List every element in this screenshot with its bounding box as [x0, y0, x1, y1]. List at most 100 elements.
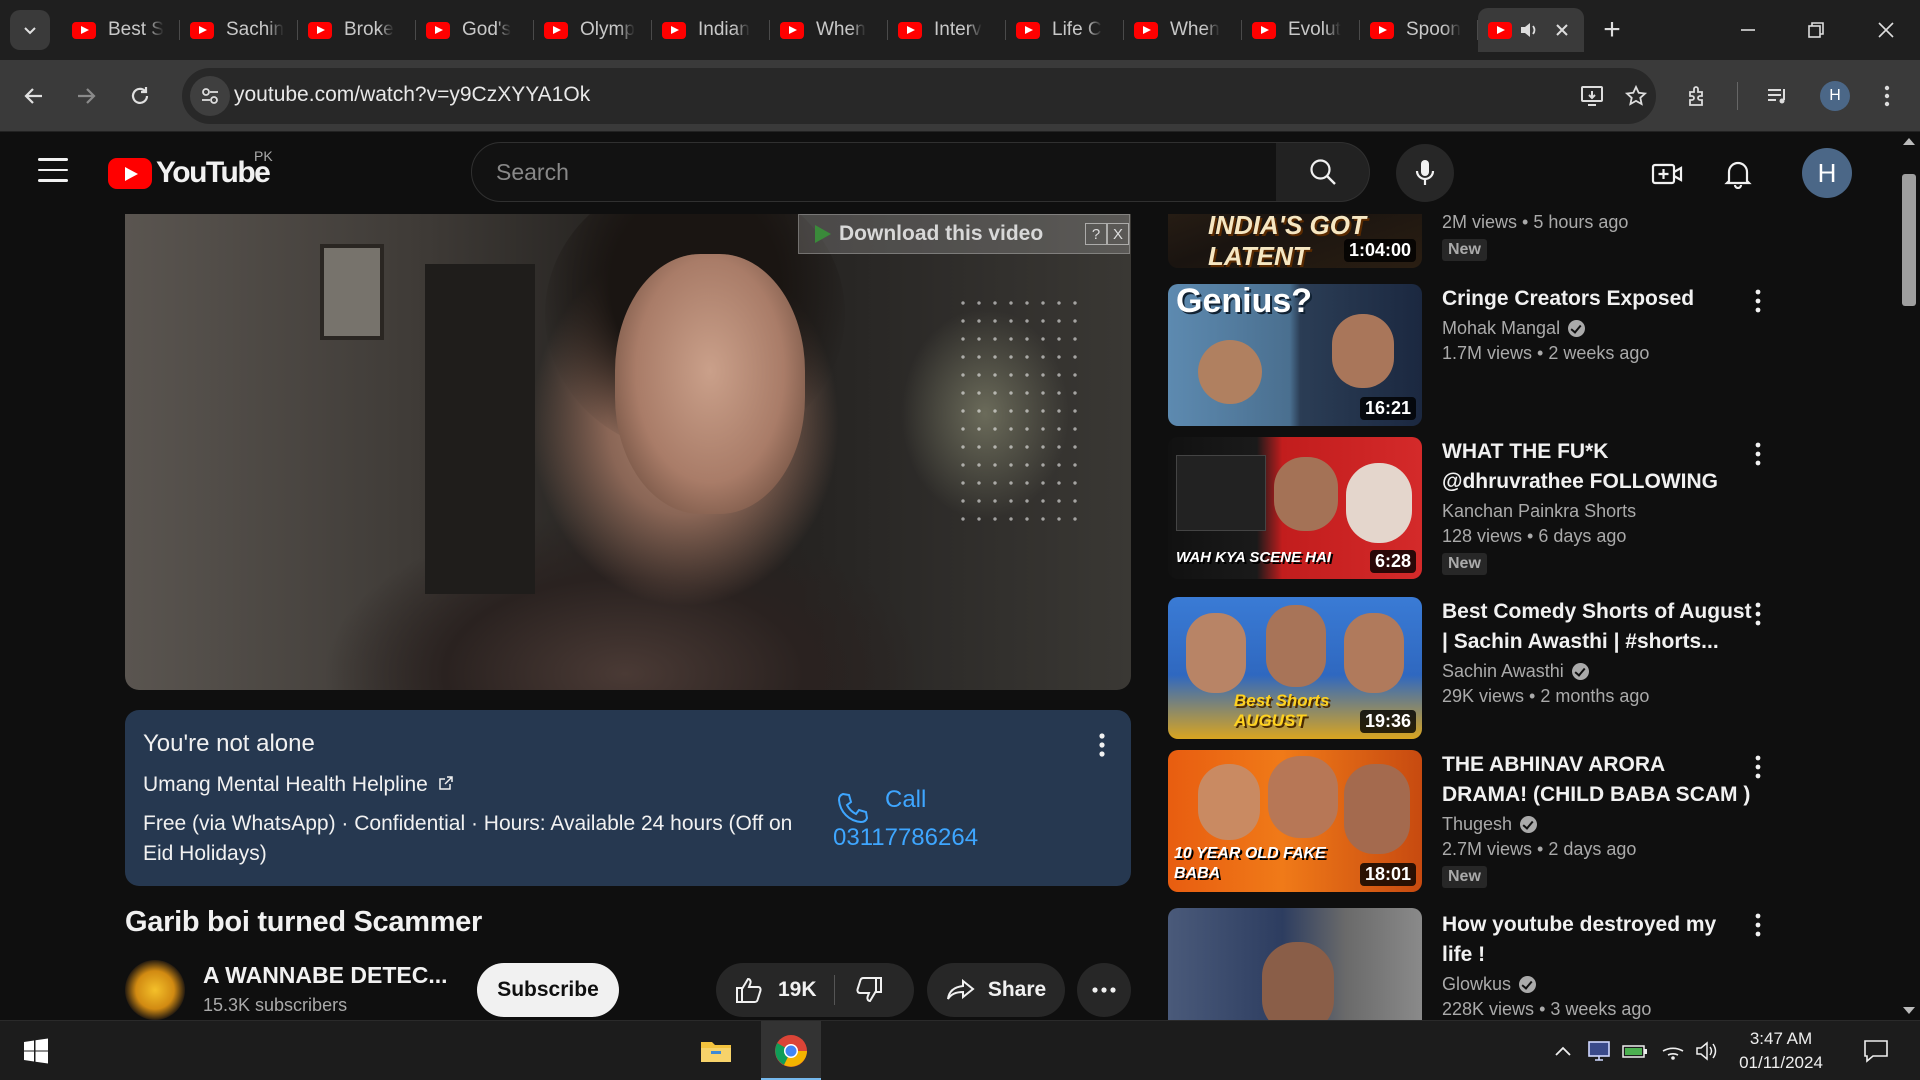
video-title[interactable]: How youtube destroyed my life !	[1442, 910, 1752, 970]
scroll-down-arrow-icon[interactable]	[1903, 1007, 1915, 1014]
browser-tab[interactable]: Sachin	[180, 8, 298, 52]
recommendation-item[interactable]: 10 YEAR OLD FAKE BABA 18:01 THE ABHINAV …	[1168, 750, 1768, 892]
video-title[interactable]: THE ABHINAV ARORA DRAMA! (CHILD BABA SCA…	[1442, 750, 1752, 810]
close-window-button[interactable]	[1852, 0, 1920, 60]
video-menu-button[interactable]	[1746, 908, 1770, 942]
scrollbar-thumb[interactable]	[1902, 174, 1916, 306]
channel-avatar[interactable]	[125, 960, 185, 1020]
download-video-banner[interactable]: Download this video ? X	[798, 214, 1130, 254]
page-scrollbar[interactable]	[1898, 132, 1920, 1020]
back-button[interactable]	[12, 74, 56, 118]
video-menu-button[interactable]	[1746, 284, 1770, 318]
video-thumbnail[interactable]: WAH KYA SCENE HAI 6:28	[1168, 437, 1422, 579]
search-button[interactable]	[1276, 142, 1370, 202]
subscribe-button[interactable]: Subscribe	[477, 963, 619, 1017]
youtube-logo[interactable]: YouTube PK	[108, 148, 273, 190]
reload-button[interactable]	[118, 74, 162, 118]
profile-avatar[interactable]: H	[1820, 81, 1850, 111]
voice-search-button[interactable]	[1396, 144, 1454, 202]
video-meta: 2M views • 5 hours ago New	[1442, 214, 1752, 261]
search-input[interactable]: Search	[471, 142, 1277, 202]
channel-line[interactable]: Mohak Mangal	[1442, 318, 1752, 339]
recommendation-item[interactable]: How youtube destroyed my life ! Glowkus …	[1168, 908, 1768, 1020]
recommendation-item[interactable]: Best Shorts AUGUST 19:36 Best Comedy Sho…	[1168, 597, 1768, 739]
account-avatar[interactable]: H	[1802, 148, 1852, 198]
helpline-menu-button[interactable]	[1087, 728, 1117, 762]
chrome-taskbar-button[interactable]	[761, 1021, 821, 1080]
volume-control[interactable]	[1694, 1039, 1720, 1063]
video-thumbnail[interactable]	[1168, 908, 1422, 1020]
extensions-button[interactable]	[1676, 74, 1720, 118]
video-title[interactable]: WHAT THE FU*K @dhruvrathee FOLLOWING @Na…	[1442, 437, 1752, 497]
browser-tab[interactable]: Olymp	[534, 8, 652, 52]
recommendation-item[interactable]: INDIA'S GOT LATENT 1:04:00 2M views • 5 …	[1168, 214, 1768, 268]
video-menu-button[interactable]	[1746, 750, 1770, 784]
browser-tab[interactable]: God's	[416, 8, 534, 52]
active-browser-tab[interactable]	[1478, 8, 1584, 52]
video-title[interactable]: Cringe Creators Exposed	[1442, 284, 1752, 314]
media-controls-button[interactable]	[1756, 74, 1800, 118]
address-bar[interactable]: youtube.com/watch?v=y9CzXYYA1Ok	[182, 68, 1656, 124]
recommendation-item[interactable]: Genius? 16:21 Cringe Creators Exposed Mo…	[1168, 284, 1768, 426]
browser-tab[interactable]: When	[770, 8, 888, 52]
scroll-up-arrow-icon[interactable]	[1903, 138, 1915, 145]
close-icon[interactable]: X	[1107, 223, 1129, 245]
video-player[interactable]	[125, 214, 1131, 690]
browser-tab[interactable]: Life C	[1006, 8, 1124, 52]
new-tab-button[interactable]: +	[1592, 12, 1632, 48]
like-button[interactable]: 19K	[734, 976, 817, 1004]
minimize-button[interactable]	[1714, 0, 1782, 60]
browser-tab[interactable]: Broke	[298, 8, 416, 52]
youtube-favicon-icon	[72, 21, 96, 39]
start-button[interactable]	[6, 1021, 66, 1080]
channel-line[interactable]: Kanchan Painkra Shorts	[1442, 501, 1752, 522]
channel-line[interactable]: Thugesh	[1442, 814, 1752, 835]
channel-name[interactable]: A WANNABE DETEC...	[203, 962, 448, 989]
video-thumbnail[interactable]: Genius? 16:21	[1168, 284, 1422, 426]
notification-center-button[interactable]	[1856, 1039, 1896, 1063]
phone-icon[interactable]	[833, 788, 873, 828]
browser-tab[interactable]: Indian	[652, 8, 770, 52]
notifications-button[interactable]	[1716, 152, 1760, 196]
url-text[interactable]: youtube.com/watch?v=y9CzXYYA1Ok	[234, 83, 590, 107]
video-title[interactable]: Best Comedy Shorts of August | Sachin Aw…	[1442, 597, 1752, 657]
restore-button[interactable]	[1782, 0, 1850, 60]
network-status[interactable]	[1660, 1039, 1686, 1063]
upload-age: 3 weeks ago	[1550, 999, 1652, 1019]
browser-menu-button[interactable]	[1865, 74, 1909, 118]
forward-button[interactable]	[64, 74, 108, 118]
show-hidden-icons-button[interactable]	[1550, 1039, 1576, 1063]
channel-line[interactable]: Sachin Awasthi	[1442, 661, 1752, 682]
share-button[interactable]: Share	[927, 963, 1065, 1017]
help-icon[interactable]: ?	[1085, 223, 1107, 245]
file-explorer-button[interactable]	[686, 1021, 746, 1080]
video-thumbnail[interactable]: INDIA'S GOT LATENT 1:04:00	[1168, 214, 1422, 268]
create-button[interactable]	[1645, 152, 1689, 196]
browser-tab[interactable]: Best S	[62, 8, 180, 52]
tray-app-icon[interactable]	[1586, 1039, 1612, 1063]
helpline-org-link[interactable]: Umang Mental Health Helpline	[143, 773, 454, 797]
browser-tab[interactable]: When	[1124, 8, 1242, 52]
browser-tab[interactable]: Evolut	[1242, 8, 1360, 52]
site-info-button[interactable]	[190, 76, 230, 116]
browser-tab[interactable]: Spoon	[1360, 8, 1478, 52]
call-button[interactable]: Call	[885, 786, 926, 814]
dislike-button[interactable]	[854, 976, 884, 1009]
system-clock[interactable]: 3:47 AM 01/11/2024	[1726, 1027, 1836, 1075]
guide-menu-button[interactable]	[38, 158, 68, 188]
bookmark-button[interactable]	[1614, 74, 1658, 118]
close-icon[interactable]	[1552, 20, 1572, 40]
battery-status[interactable]	[1622, 1039, 1648, 1063]
video-menu-button[interactable]	[1746, 437, 1770, 471]
channel-line[interactable]: Glowkus	[1442, 974, 1752, 995]
recommendation-item[interactable]: WAH KYA SCENE HAI 6:28 WHAT THE FU*K @dh…	[1168, 437, 1768, 579]
helpline-phone-number[interactable]: 03117786264	[833, 824, 978, 852]
video-thumbnail[interactable]: 10 YEAR OLD FAKE BABA 18:01	[1168, 750, 1422, 892]
install-app-button[interactable]	[1570, 74, 1614, 118]
browser-tab[interactable]: Interv	[888, 8, 1006, 52]
video-menu-button[interactable]	[1746, 597, 1770, 631]
tab-search-button[interactable]	[10, 10, 50, 50]
more-actions-button[interactable]	[1077, 963, 1131, 1017]
video-thumbnail[interactable]: Best Shorts AUGUST 19:36	[1168, 597, 1422, 739]
speaker-icon[interactable]	[1518, 19, 1540, 41]
